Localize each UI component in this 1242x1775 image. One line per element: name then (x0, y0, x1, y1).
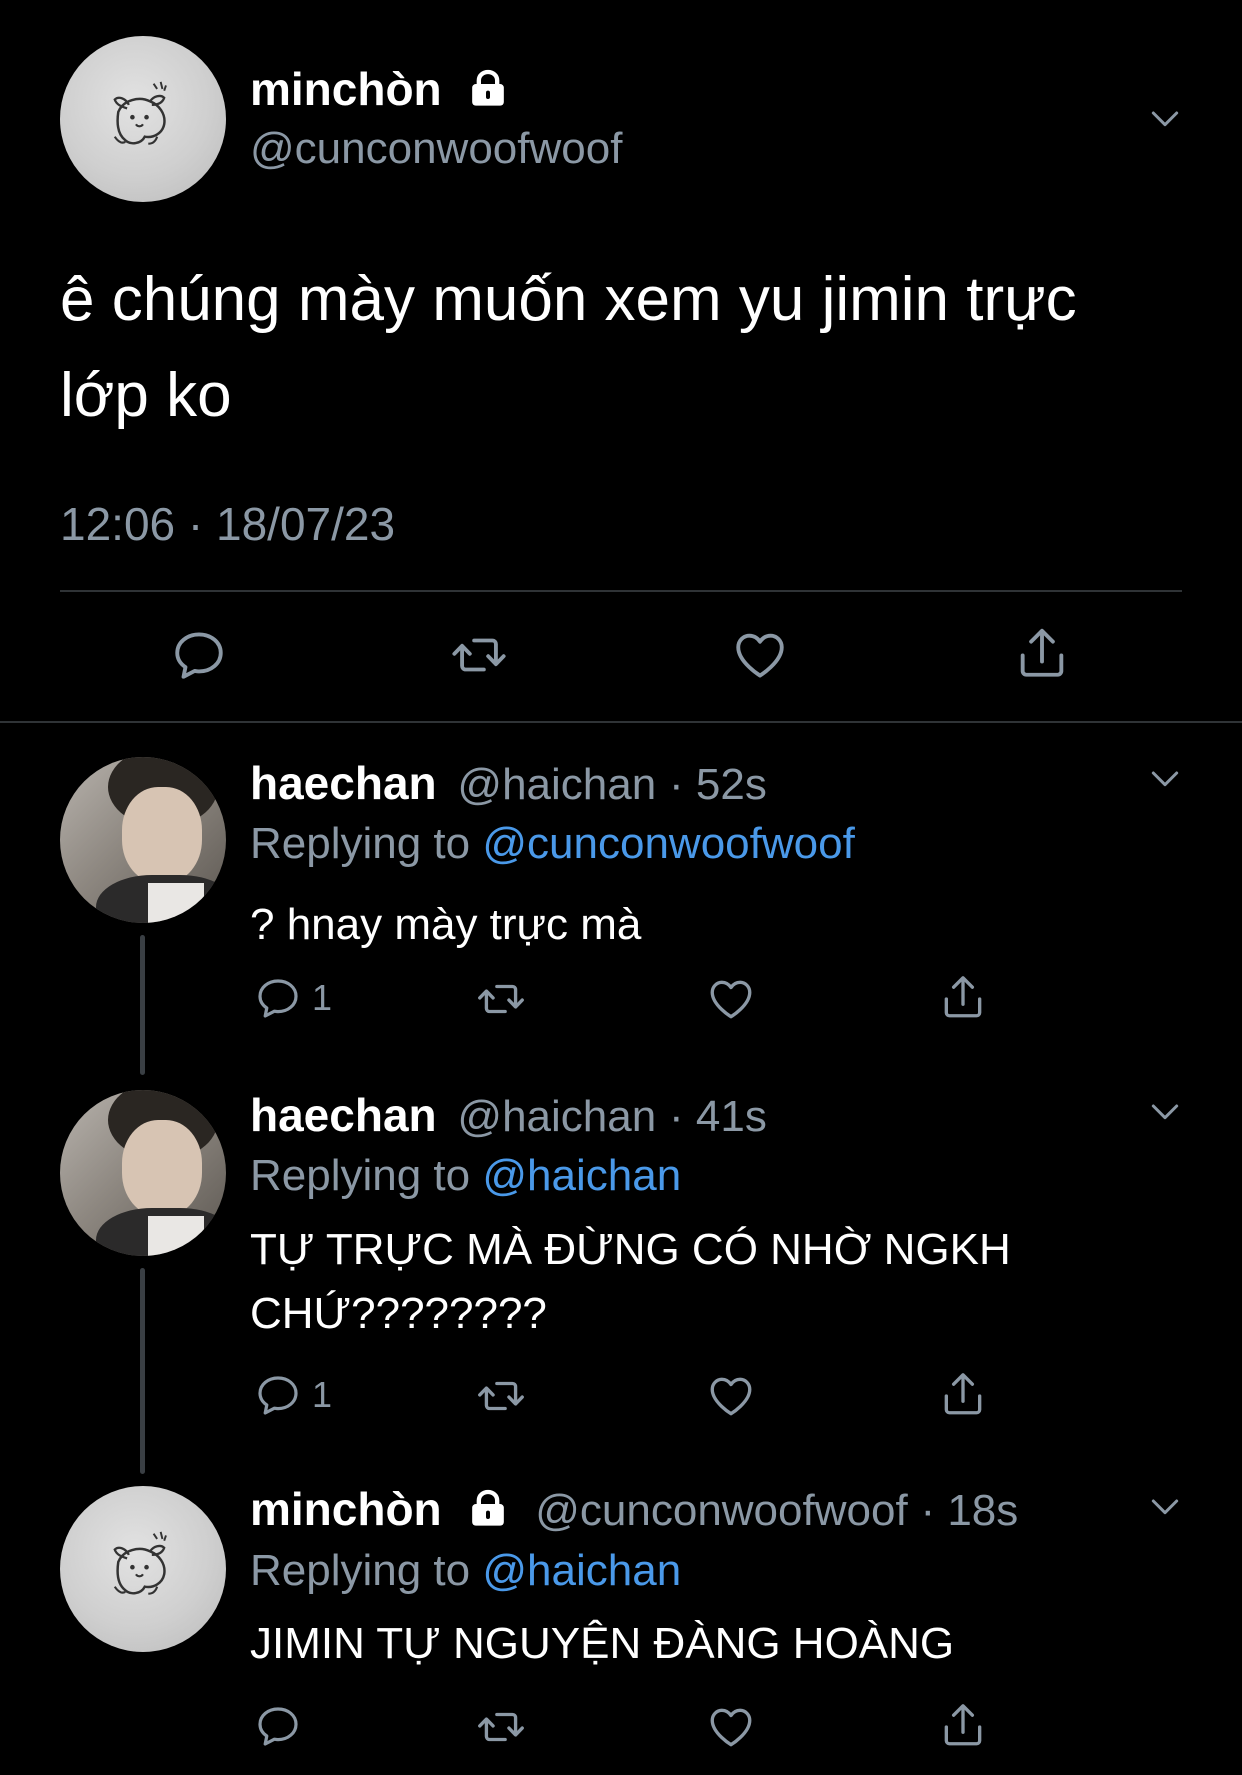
replying-to: Replying to @haichan (250, 1151, 681, 1201)
retweet-icon[interactable] (476, 1371, 526, 1421)
reply-icon[interactable] (170, 626, 228, 684)
reply-button[interactable]: 1 (254, 974, 332, 1022)
retweet-icon[interactable] (476, 1702, 526, 1752)
replying-label: Replying to (250, 1151, 471, 1200)
lock-icon (468, 69, 508, 109)
timestamp[interactable]: 12:06 · 18/07/23 (60, 497, 395, 551)
main-action-bar (0, 620, 1242, 690)
chevron-down-icon[interactable] (1145, 98, 1185, 138)
mention-link[interactable]: @haichan (482, 1546, 681, 1595)
display-name[interactable]: haechan (250, 1089, 437, 1141)
share-icon[interactable] (938, 1369, 988, 1419)
reply-button[interactable]: 1 (254, 1371, 332, 1419)
reply-text: TỰ TRỰC MÀ ĐỪNG CÓ NHỜ NGKH CHỨ???????? (250, 1225, 1011, 1338)
like-icon[interactable] (706, 974, 756, 1024)
replying-label: Replying to (250, 1546, 471, 1595)
chevron-down-icon[interactable] (1145, 1486, 1185, 1526)
thread-line (140, 1268, 145, 1474)
avatar-doodle-icon (90, 66, 196, 172)
chevron-down-icon[interactable] (1145, 1091, 1185, 1131)
reply-header: haechan @haichan · 52s (250, 756, 767, 810)
handle[interactable]: @cunconwoofwoof (250, 124, 622, 174)
reply-text: ? hnay mày trực mà (250, 900, 642, 949)
like-icon[interactable] (706, 1702, 756, 1752)
reply-icon (254, 974, 302, 1022)
mention-link[interactable]: @cunconwoofwoof (482, 819, 854, 868)
avatar[interactable] (60, 36, 226, 202)
reply-action-bar: 1 (250, 1369, 1010, 1423)
reply-action-bar (250, 1700, 1010, 1754)
divider (60, 590, 1182, 592)
share-icon[interactable] (938, 972, 988, 1022)
replying-to: Replying to @haichan (250, 1546, 681, 1596)
retweet-icon[interactable] (450, 626, 508, 684)
reply-time[interactable]: · 41s (669, 1092, 767, 1141)
reply-header: minchòn @cunconwoofwoof · 18s (250, 1482, 1018, 1536)
like-icon[interactable] (706, 1371, 756, 1421)
chevron-down-icon[interactable] (1145, 758, 1185, 798)
tweet-text: ê chúng mày muốn xem yu jimin trực lớp k… (60, 252, 1077, 444)
handle[interactable]: @cunconwoofwoof (535, 1486, 907, 1535)
avatar[interactable] (60, 1090, 226, 1256)
replying-label: Replying to (250, 819, 471, 868)
avatar[interactable] (60, 757, 226, 923)
reply-button[interactable] (254, 1702, 312, 1750)
reply-time[interactable]: · 52s (669, 760, 767, 809)
mention-link[interactable]: @haichan (482, 1151, 681, 1200)
share-icon[interactable] (1013, 624, 1071, 682)
lock-icon (468, 1489, 508, 1529)
handle[interactable]: @haichan (457, 760, 656, 809)
like-icon[interactable] (731, 626, 789, 684)
avatar[interactable] (60, 1486, 226, 1652)
reply-time[interactable]: · 18s (920, 1486, 1018, 1535)
reply-count: 1 (312, 977, 333, 1018)
reply-header: haechan @haichan · 41s (250, 1088, 767, 1142)
reply-icon (254, 1371, 302, 1419)
reply-action-bar: 1 (250, 972, 1010, 1026)
display-name[interactable]: haechan (250, 757, 437, 809)
display-name[interactable]: minchòn (250, 62, 508, 116)
replying-to: Replying to @cunconwoofwoof (250, 819, 855, 869)
reply-text: JIMIN TỰ NGUYỆN ĐÀNG HOÀNG (250, 1619, 955, 1668)
thread-line (140, 935, 145, 1075)
tweet-text-line: ê chúng mày muốn xem yu jimin trực (60, 265, 1077, 334)
share-icon[interactable] (938, 1700, 988, 1750)
handle[interactable]: @haichan (457, 1092, 656, 1141)
retweet-icon[interactable] (476, 974, 526, 1024)
divider (0, 721, 1242, 723)
reply-count: 1 (312, 1374, 333, 1415)
display-name[interactable]: minchòn (250, 1483, 442, 1535)
reply-icon (254, 1702, 302, 1750)
avatar-doodle-icon (90, 1516, 196, 1622)
tweet-text-line: lớp ko (60, 361, 232, 430)
